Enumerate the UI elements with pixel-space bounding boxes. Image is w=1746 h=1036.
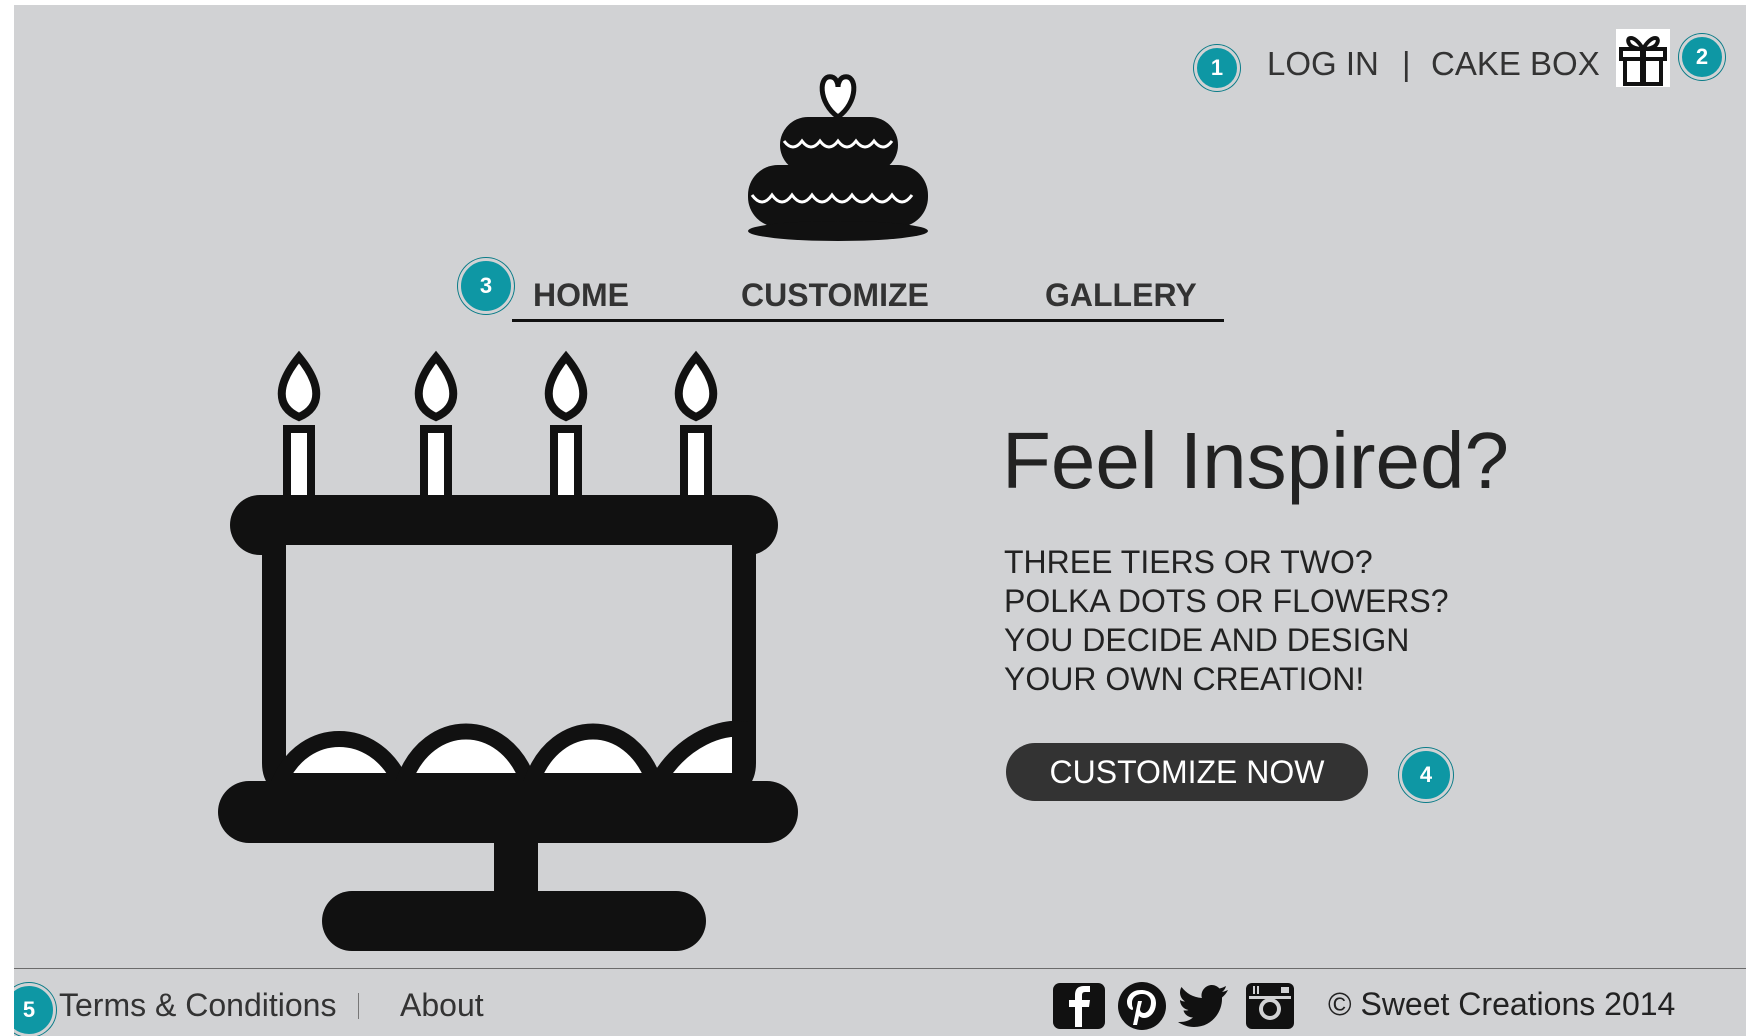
- cake-logo-icon[interactable]: [738, 69, 938, 249]
- annotation-badge-1: 1: [1194, 45, 1240, 91]
- annotation-badge-4: 4: [1399, 748, 1453, 802]
- copyright-text: © Sweet Creations 2014: [1328, 986, 1676, 1022]
- nav-underline: [512, 319, 1224, 322]
- facebook-icon[interactable]: [1052, 981, 1106, 1036]
- pinterest-icon[interactable]: [1117, 981, 1167, 1036]
- terms-link[interactable]: Terms & Conditions: [59, 987, 336, 1024]
- nav-gallery[interactable]: GALLERY: [1045, 277, 1197, 314]
- annotation-badge-5: 5: [14, 983, 56, 1036]
- footer-divider: [14, 968, 1746, 969]
- cake-box-link[interactable]: CAKE BOX: [1431, 45, 1600, 83]
- hero-line-2: POLKA DOTS OR FLOWERS?: [1004, 583, 1449, 619]
- customize-now-button[interactable]: CUSTOMIZE NOW: [1006, 743, 1368, 801]
- hero-line-4: YOUR OWN CREATION!: [1004, 661, 1365, 697]
- login-link[interactable]: LOG IN: [1267, 45, 1379, 83]
- hero-line-3: YOU DECIDE AND DESIGN: [1004, 622, 1410, 658]
- header-separator: |: [1402, 45, 1411, 82]
- twitter-icon[interactable]: [1178, 981, 1230, 1036]
- instagram-icon[interactable]: [1245, 981, 1295, 1036]
- hero-line-1: THREE TIERS OR TWO?: [1004, 544, 1373, 580]
- hero-headline: Feel Inspired?: [1002, 416, 1509, 505]
- birthday-cake-stand-icon: [214, 345, 824, 965]
- annotation-badge-2: 2: [1679, 34, 1725, 80]
- footer-separator: [358, 993, 359, 1019]
- about-link[interactable]: About: [400, 987, 484, 1024]
- page: 1 LOG IN | CAKE BOX 2 3 HOME CUSTOMIZE G…: [14, 5, 1746, 1036]
- annotation-badge-3: 3: [458, 258, 514, 314]
- gift-icon[interactable]: [1616, 29, 1670, 87]
- nav-home[interactable]: HOME: [533, 277, 629, 314]
- nav-customize[interactable]: CUSTOMIZE: [741, 277, 929, 314]
